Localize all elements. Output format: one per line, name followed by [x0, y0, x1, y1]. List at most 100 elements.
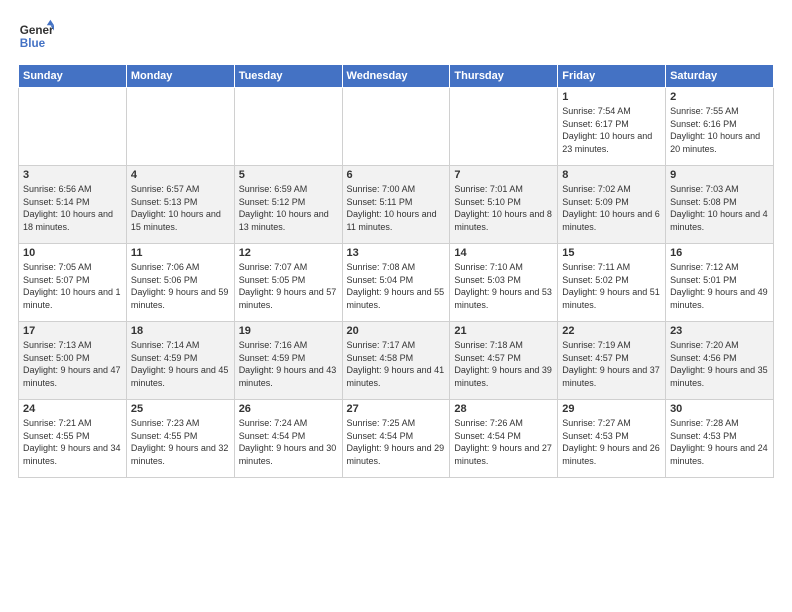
- day-number: 27: [347, 403, 446, 415]
- calendar-cell: [450, 88, 558, 166]
- day-info: Sunrise: 7:14 AM Sunset: 4:59 PM Dayligh…: [131, 339, 230, 389]
- day-info: Sunrise: 7:25 AM Sunset: 4:54 PM Dayligh…: [347, 417, 446, 467]
- day-info: Sunrise: 6:59 AM Sunset: 5:12 PM Dayligh…: [239, 183, 338, 233]
- weekday-header: Sunday: [19, 65, 127, 88]
- calendar-cell: 1Sunrise: 7:54 AM Sunset: 6:17 PM Daylig…: [558, 88, 666, 166]
- calendar-cell: 15 Sunrise: 7:11 AM Sunset: 5:02 PM Dayli…: [558, 244, 666, 322]
- calendar-cell: 16 Sunrise: 7:12 AM Sunset: 5:01 PM Dayli…: [666, 244, 774, 322]
- calendar-cell: 18 Sunrise: 7:14 AM Sunset: 4:59 PM Dayli…: [126, 322, 234, 400]
- day-info: Sunrise: 7:19 AM Sunset: 4:57 PM Dayligh…: [562, 339, 661, 389]
- day-number: 30: [670, 403, 769, 415]
- calendar-header-row: SundayMondayTuesdayWednesdayThursdayFrid…: [19, 65, 774, 88]
- calendar-cell: 20 Sunrise: 7:17 AM Sunset: 4:58 PM Dayli…: [342, 322, 450, 400]
- calendar-cell: 3 Sunrise: 6:56 AM Sunset: 5:14 PM Daylig…: [19, 166, 127, 244]
- day-info: Sunrise: 7:24 AM Sunset: 4:54 PM Dayligh…: [239, 417, 338, 467]
- day-info: Sunrise: 7:16 AM Sunset: 4:59 PM Dayligh…: [239, 339, 338, 389]
- day-info: Sunrise: 7:06 AM Sunset: 5:06 PM Dayligh…: [131, 261, 230, 311]
- day-number: 25: [131, 403, 230, 415]
- weekday-header: Wednesday: [342, 65, 450, 88]
- calendar-cell: [126, 88, 234, 166]
- calendar-cell: [19, 88, 127, 166]
- day-number: 22: [562, 325, 661, 337]
- svg-text:Blue: Blue: [20, 37, 46, 50]
- page-container: General Blue SundayMondayTuesdayWednesda…: [0, 0, 792, 488]
- day-number: 7: [454, 169, 553, 181]
- day-number: 15: [562, 247, 661, 259]
- header: General Blue: [18, 18, 774, 54]
- logo: General Blue: [18, 18, 54, 54]
- day-info: Sunrise: 6:56 AM Sunset: 5:14 PM Dayligh…: [23, 183, 122, 233]
- day-number: 11: [131, 247, 230, 259]
- calendar-cell: 22 Sunrise: 7:19 AM Sunset: 4:57 PM Dayli…: [558, 322, 666, 400]
- day-number: 1: [562, 91, 661, 103]
- calendar-cell: 27 Sunrise: 7:25 AM Sunset: 4:54 PM Dayli…: [342, 400, 450, 478]
- calendar-cell: 6Sunrise: 7:00 AM Sunset: 5:11 PM Daylig…: [342, 166, 450, 244]
- calendar-cell: [342, 88, 450, 166]
- day-info: Sunrise: 7:26 AM Sunset: 4:54 PM Dayligh…: [454, 417, 553, 467]
- calendar-cell: 11 Sunrise: 7:06 AM Sunset: 5:06 PM Dayli…: [126, 244, 234, 322]
- day-info: Sunrise: 7:55 AM Sunset: 6:16 PM Dayligh…: [670, 105, 769, 155]
- logo-icon: General Blue: [18, 18, 54, 54]
- calendar-cell: 26 Sunrise: 7:24 AM Sunset: 4:54 PM Dayli…: [234, 400, 342, 478]
- day-info: Sunrise: 7:27 AM Sunset: 4:53 PM Dayligh…: [562, 417, 661, 467]
- day-number: 2: [670, 91, 769, 103]
- day-number: 26: [239, 403, 338, 415]
- weekday-header: Tuesday: [234, 65, 342, 88]
- weekday-header: Friday: [558, 65, 666, 88]
- day-info: Sunrise: 6:57 AM Sunset: 5:13 PM Dayligh…: [131, 183, 230, 233]
- day-number: 9: [670, 169, 769, 181]
- day-number: 19: [239, 325, 338, 337]
- day-number: 18: [131, 325, 230, 337]
- calendar-week-row: 3 Sunrise: 6:56 AM Sunset: 5:14 PM Daylig…: [19, 166, 774, 244]
- calendar-cell: 7 Sunrise: 7:01 AM Sunset: 5:10 PM Daylig…: [450, 166, 558, 244]
- weekday-header: Monday: [126, 65, 234, 88]
- day-number: 4: [131, 169, 230, 181]
- day-number: 3: [23, 169, 122, 181]
- calendar-week-row: 10Sunrise: 7:05 AM Sunset: 5:07 PM Dayli…: [19, 244, 774, 322]
- calendar-cell: 23 Sunrise: 7:20 AM Sunset: 4:56 PM Dayli…: [666, 322, 774, 400]
- calendar-cell: 5 Sunrise: 6:59 AM Sunset: 5:12 PM Daylig…: [234, 166, 342, 244]
- day-number: 23: [670, 325, 769, 337]
- day-info: Sunrise: 7:23 AM Sunset: 4:55 PM Dayligh…: [131, 417, 230, 467]
- calendar-week-row: 1Sunrise: 7:54 AM Sunset: 6:17 PM Daylig…: [19, 88, 774, 166]
- calendar-cell: 25 Sunrise: 7:23 AM Sunset: 4:55 PM Dayli…: [126, 400, 234, 478]
- calendar-cell: 19 Sunrise: 7:16 AM Sunset: 4:59 PM Dayli…: [234, 322, 342, 400]
- calendar-cell: [234, 88, 342, 166]
- day-info: Sunrise: 7:03 AM Sunset: 5:08 PM Dayligh…: [670, 183, 769, 233]
- day-info: Sunrise: 7:07 AM Sunset: 5:05 PM Dayligh…: [239, 261, 338, 311]
- day-info: Sunrise: 7:28 AM Sunset: 4:53 PM Dayligh…: [670, 417, 769, 467]
- day-info: Sunrise: 7:12 AM Sunset: 5:01 PM Dayligh…: [670, 261, 769, 311]
- day-number: 10: [23, 247, 122, 259]
- calendar-cell: 28Sunrise: 7:26 AM Sunset: 4:54 PM Dayli…: [450, 400, 558, 478]
- calendar-cell: 4 Sunrise: 6:57 AM Sunset: 5:13 PM Daylig…: [126, 166, 234, 244]
- day-number: 16: [670, 247, 769, 259]
- day-info: Sunrise: 7:01 AM Sunset: 5:10 PM Dayligh…: [454, 183, 553, 233]
- day-info: Sunrise: 7:21 AM Sunset: 4:55 PM Dayligh…: [23, 417, 122, 467]
- day-number: 21: [454, 325, 553, 337]
- calendar-week-row: 17Sunrise: 7:13 AM Sunset: 5:00 PM Dayli…: [19, 322, 774, 400]
- day-number: 14: [454, 247, 553, 259]
- calendar-cell: 30 Sunrise: 7:28 AM Sunset: 4:53 PM Dayli…: [666, 400, 774, 478]
- day-info: Sunrise: 7:11 AM Sunset: 5:02 PM Dayligh…: [562, 261, 661, 311]
- day-number: 5: [239, 169, 338, 181]
- weekday-header: Saturday: [666, 65, 774, 88]
- calendar-cell: 17Sunrise: 7:13 AM Sunset: 5:00 PM Dayli…: [19, 322, 127, 400]
- day-number: 8: [562, 169, 661, 181]
- svg-text:General: General: [20, 24, 54, 37]
- calendar-cell: 14 Sunrise: 7:10 AM Sunset: 5:03 PM Dayli…: [450, 244, 558, 322]
- calendar-cell: 8Sunrise: 7:02 AM Sunset: 5:09 PM Daylig…: [558, 166, 666, 244]
- day-info: Sunrise: 7:17 AM Sunset: 4:58 PM Dayligh…: [347, 339, 446, 389]
- calendar-cell: 12 Sunrise: 7:07 AM Sunset: 5:05 PM Dayli…: [234, 244, 342, 322]
- calendar-table: SundayMondayTuesdayWednesdayThursdayFrid…: [18, 64, 774, 478]
- calendar-cell: 10Sunrise: 7:05 AM Sunset: 5:07 PM Dayli…: [19, 244, 127, 322]
- calendar-cell: 29 Sunrise: 7:27 AM Sunset: 4:53 PM Dayli…: [558, 400, 666, 478]
- day-number: 12: [239, 247, 338, 259]
- calendar-cell: 24Sunrise: 7:21 AM Sunset: 4:55 PM Dayli…: [19, 400, 127, 478]
- day-number: 17: [23, 325, 122, 337]
- day-number: 20: [347, 325, 446, 337]
- day-info: Sunrise: 7:18 AM Sunset: 4:57 PM Dayligh…: [454, 339, 553, 389]
- calendar-cell: 9 Sunrise: 7:03 AM Sunset: 5:08 PM Daylig…: [666, 166, 774, 244]
- day-number: 29: [562, 403, 661, 415]
- day-info: Sunrise: 7:10 AM Sunset: 5:03 PM Dayligh…: [454, 261, 553, 311]
- day-info: Sunrise: 7:20 AM Sunset: 4:56 PM Dayligh…: [670, 339, 769, 389]
